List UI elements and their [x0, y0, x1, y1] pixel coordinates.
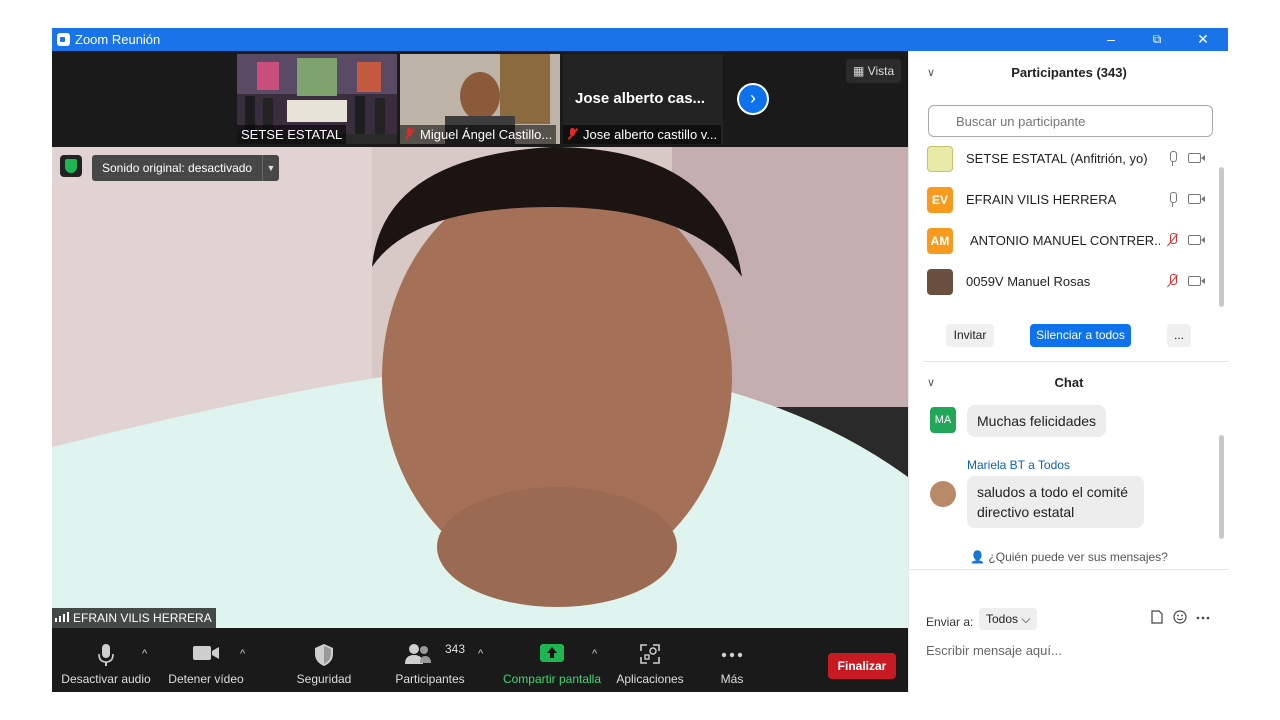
- participant-search-input[interactable]: [928, 105, 1213, 137]
- chat-sender: Mariela BT a Todos: [967, 458, 1070, 472]
- chat-header[interactable]: ∨ Chat: [909, 368, 1229, 398]
- audio-options-caret[interactable]: ^: [142, 648, 147, 660]
- user-lock-icon: 👤: [970, 550, 986, 564]
- chat-compose-input[interactable]: Escribir mensaje aquí...: [926, 643, 1062, 658]
- camera-icon[interactable]: [1188, 194, 1205, 204]
- collapse-chevron-icon[interactable]: ∨: [927, 58, 935, 88]
- avatar: MA: [930, 407, 956, 433]
- video-thumbnail[interactable]: Jose alberto cas... Jose alberto castill…: [563, 54, 723, 144]
- title-bar: Zoom Reunión – ⧉ ✕: [52, 28, 1228, 51]
- minimize-button[interactable]: –: [1088, 28, 1134, 51]
- participants-count: 343: [445, 642, 466, 656]
- microphone-muted-icon[interactable]: [1168, 274, 1177, 290]
- avatar-photo: [927, 269, 953, 295]
- restore-button[interactable]: ⧉: [1134, 28, 1180, 51]
- speaker-name-label: EFRAIN VILIS HERRERA: [52, 608, 216, 628]
- participants-button[interactable]: 343 Participantes: [388, 628, 472, 692]
- chevron-down-icon: ⌵: [1021, 612, 1031, 626]
- microphone-muted-icon[interactable]: [1168, 233, 1177, 249]
- share-screen-button[interactable]: Compartir pantalla: [500, 628, 604, 692]
- more-dots-icon[interactable]: [1196, 616, 1210, 620]
- participant-row[interactable]: SETSE ESTATAL (Anfitrión, yo): [909, 139, 1229, 179]
- video-thumbnail[interactable]: SETSE ESTATAL: [237, 54, 397, 144]
- original-sound-toggle[interactable]: Sonido original: desactivado: [92, 155, 263, 181]
- participant-row[interactable]: 0059V Manuel Rosas: [909, 262, 1229, 302]
- send-to-dropdown[interactable]: Todos ⌵: [979, 608, 1038, 630]
- participant-row[interactable]: EV EFRAIN VILIS HERRERA: [909, 180, 1229, 220]
- original-sound-dropdown[interactable]: ▼: [262, 155, 279, 181]
- thumbnail-name-overlay: Jose alberto cas...: [575, 90, 706, 107]
- camera-icon[interactable]: [1188, 235, 1205, 245]
- thumbnail-caption: Jose alberto castillo v...: [563, 125, 722, 144]
- collapse-chevron-icon[interactable]: ∨: [927, 368, 935, 398]
- send-to-label: Enviar a:: [926, 615, 974, 629]
- share-screen-icon: [540, 644, 564, 662]
- participants-icon: [405, 644, 431, 664]
- mic-muted-icon: [404, 128, 415, 140]
- microphone-icon[interactable]: [1168, 151, 1177, 167]
- close-button[interactable]: ✕: [1180, 28, 1226, 51]
- encryption-shield-icon[interactable]: [60, 155, 82, 177]
- avatar-photo: [930, 481, 956, 507]
- end-meeting-button[interactable]: Finalizar: [828, 653, 896, 679]
- apps-button[interactable]: Aplicaciones: [612, 628, 688, 692]
- side-panel: ∨ Participantes (343) SETSE ESTATAL (Anf…: [908, 51, 1229, 692]
- avatar: EV: [927, 187, 953, 213]
- signal-strength-icon: [55, 612, 69, 622]
- chat-scrollbar[interactable]: [1219, 435, 1224, 539]
- avatar: AM: [927, 228, 953, 254]
- more-button[interactable]: Más: [702, 628, 762, 692]
- stop-video-button[interactable]: Detener vídeo: [164, 628, 248, 692]
- participants-options-caret[interactable]: ^: [478, 648, 483, 660]
- participants-header[interactable]: ∨ Participantes (343): [909, 58, 1229, 88]
- shield-icon: [315, 644, 333, 666]
- video-camera-icon: [193, 646, 219, 660]
- video-stage: SETSE ESTATAL Miguel Ángel Castillo... J…: [52, 51, 908, 628]
- thumbnail-caption: Miguel Ángel Castillo...: [400, 125, 557, 144]
- mic-muted-icon: [567, 128, 578, 140]
- participant-row[interactable]: AM ANTONIO MANUEL CONTRER...: [909, 221, 1229, 261]
- view-button[interactable]: ▦ Vista: [846, 59, 902, 83]
- microphone-icon: [98, 644, 114, 666]
- more-dots-icon: [721, 652, 743, 658]
- camera-icon[interactable]: [1188, 153, 1205, 163]
- host-avatar-logo: [927, 146, 953, 172]
- participants-more-button[interactable]: ...: [1167, 324, 1191, 347]
- mute-audio-button[interactable]: Desactivar audio: [60, 628, 152, 692]
- file-icon[interactable]: [1151, 610, 1163, 624]
- active-speaker-video: Sonido original: desactivado ▼ EFRAIN VI…: [52, 147, 908, 628]
- camera-icon[interactable]: [1188, 276, 1205, 286]
- who-can-see-link[interactable]: 👤 ¿Quién puede ver sus mensajes?: [909, 550, 1229, 564]
- video-thumbnail[interactable]: Miguel Ángel Castillo...: [400, 54, 560, 144]
- mute-all-button[interactable]: Silenciar a todos: [1030, 324, 1131, 347]
- security-button[interactable]: Seguridad: [288, 628, 360, 692]
- apps-icon: [640, 644, 660, 664]
- share-options-caret[interactable]: ^: [592, 648, 597, 660]
- zoom-window: Zoom Reunión – ⧉ ✕ SETSE ESTATAL Miguel …: [52, 28, 1229, 692]
- chat-message: saludos a todo el comité directivo estat…: [967, 476, 1144, 528]
- divider: [909, 569, 1229, 570]
- emoji-icon[interactable]: [1173, 610, 1187, 624]
- invite-button[interactable]: Invitar: [946, 324, 994, 347]
- chat-message: Muchas felicidades: [967, 405, 1107, 437]
- microphone-icon[interactable]: [1168, 192, 1177, 208]
- gallery-strip: SETSE ESTATAL Miguel Ángel Castillo... J…: [52, 51, 908, 147]
- next-page-button[interactable]: ›: [737, 83, 769, 115]
- thumbnail-caption: SETSE ESTATAL: [237, 125, 347, 144]
- divider: [923, 361, 1229, 362]
- window-title: Zoom Reunión: [75, 32, 161, 47]
- participants-scrollbar[interactable]: [1219, 167, 1224, 307]
- speaker-camera-image: [52, 147, 908, 628]
- meeting-toolbar: Desactivar audio ^ Detener vídeo ^ Segur…: [52, 628, 908, 692]
- zoom-app-icon: [57, 33, 70, 46]
- video-options-caret[interactable]: ^: [240, 648, 245, 660]
